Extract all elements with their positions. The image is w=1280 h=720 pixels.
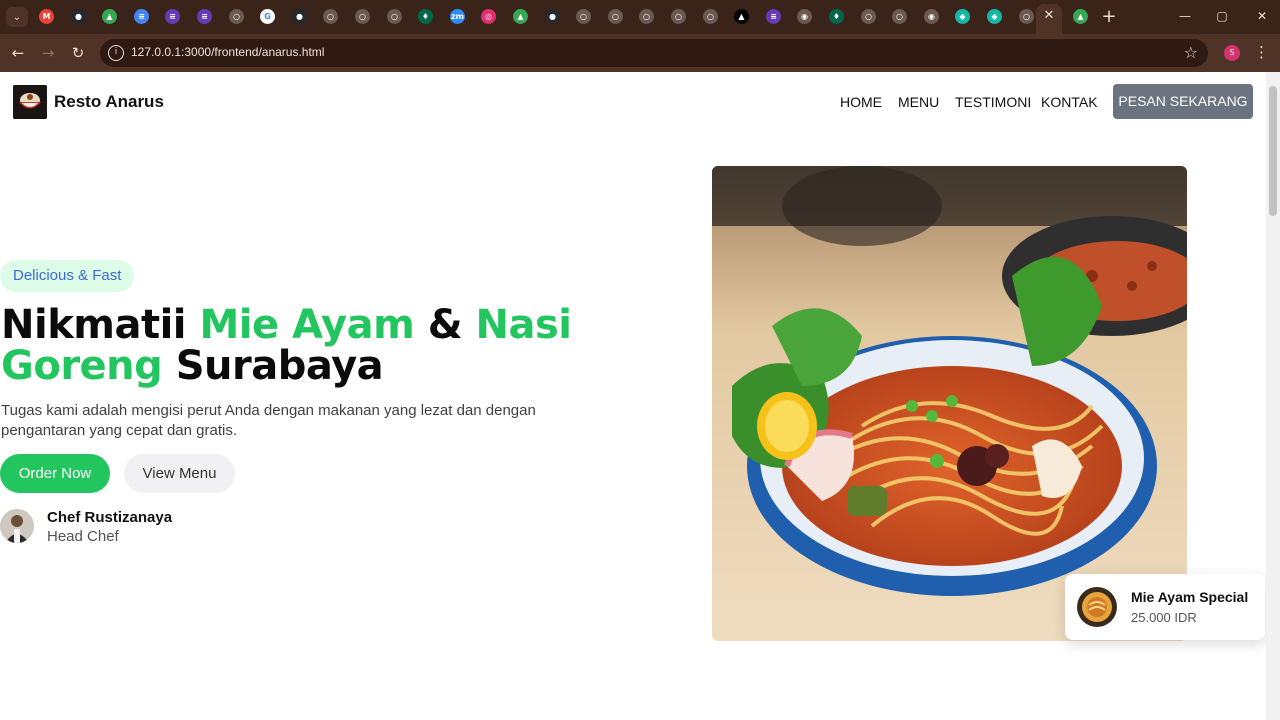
- browser-tab-strip: ⌄ M ● ▲ ≡ ≡ ≡ ○ G ● ○ ○ ○ ♦ zm ◎ ▲ ● ○ ○ ○ ○ ○ ▲ ≡ ◉ ♦ ○ ○ ◉ ◆ ◆ ○ ✕ ▲ …: [0, 0, 1280, 34]
- hero-food-image: [712, 166, 1187, 641]
- zoom-icon[interactable]: zm: [450, 9, 465, 24]
- featured-dish-thumbnail: [1077, 587, 1117, 627]
- google-forms-icon[interactable]: ≡: [197, 9, 212, 24]
- diamond-icon[interactable]: ◆: [987, 9, 1002, 24]
- chef-role: Head Chef: [47, 528, 119, 545]
- google-forms-icon[interactable]: ≡: [165, 9, 180, 24]
- globe-icon[interactable]: ○: [229, 9, 244, 24]
- globe-icon[interactable]: ○: [861, 9, 876, 24]
- gmail-icon[interactable]: M: [39, 9, 54, 24]
- order-now-nav-button[interactable]: PESAN SEKARANG: [1113, 84, 1253, 119]
- chrome-icon[interactable]: ◉: [797, 9, 812, 24]
- hero-badge: Delicious & Fast: [0, 260, 135, 292]
- globe-icon[interactable]: ○: [387, 9, 402, 24]
- headline-part: Nikmatii: [1, 302, 200, 348]
- chef-portrait-icon: [0, 509, 34, 543]
- globe-icon[interactable]: ○: [355, 9, 370, 24]
- browser-toolbar: ← → ↻ i 127.0.0.1:3000/frontend/anarus.h…: [0, 34, 1280, 72]
- scrollbar-thumb[interactable]: [1269, 86, 1277, 216]
- featured-dish-title: Mie Ayam Special: [1131, 589, 1249, 605]
- order-now-button[interactable]: Order Now: [0, 454, 110, 493]
- diamond-icon[interactable]: ◆: [955, 9, 970, 24]
- globe-icon[interactable]: ○: [703, 9, 718, 24]
- github-icon[interactable]: ●: [71, 9, 86, 24]
- google-forms-icon[interactable]: ≡: [766, 9, 781, 24]
- close-tab-icon[interactable]: ✕: [1041, 8, 1057, 24]
- hero-description: Tugas kami adalah mengisi perut Anda den…: [1, 402, 536, 439]
- globe-icon[interactable]: ○: [639, 9, 654, 24]
- bookmark-star-icon[interactable]: ☆: [1184, 43, 1198, 62]
- tab-search-button[interactable]: ⌄: [6, 7, 28, 27]
- mongodb-icon[interactable]: ♦: [418, 9, 433, 24]
- vercel-icon[interactable]: ▲: [734, 9, 749, 24]
- nav-kontak[interactable]: KONTAK: [1041, 94, 1098, 110]
- page-scrollbar[interactable]: [1266, 72, 1280, 720]
- github-icon[interactable]: ●: [292, 9, 307, 24]
- globe-icon[interactable]: ○: [608, 9, 623, 24]
- brand-name[interactable]: Resto Anarus: [54, 92, 164, 112]
- google-drive-icon[interactable]: ▲: [513, 9, 528, 24]
- google-drive-icon[interactable]: ▲: [102, 9, 117, 24]
- instagram-icon[interactable]: ◎: [481, 9, 496, 24]
- chrome-icon[interactable]: ◉: [924, 9, 939, 24]
- browser-menu-icon[interactable]: ⋮: [1254, 43, 1269, 61]
- logo[interactable]: [13, 85, 47, 119]
- globe-icon[interactable]: ○: [576, 9, 591, 24]
- mie-ayam-bowl-image: [712, 166, 1187, 641]
- forward-arrow-icon[interactable]: →: [38, 43, 58, 63]
- google-icon[interactable]: G: [260, 9, 275, 24]
- globe-icon[interactable]: ○: [1019, 9, 1034, 24]
- chef-name: Chef Rustizanaya: [47, 509, 173, 526]
- maximize-icon[interactable]: ▢: [1214, 8, 1230, 24]
- close-window-icon[interactable]: ✕: [1254, 8, 1270, 24]
- google-docs-icon[interactable]: ≡: [134, 9, 149, 24]
- featured-dish-price: 25.000 IDR: [1131, 610, 1197, 625]
- address-bar[interactable]: i 127.0.0.1:3000/frontend/anarus.html ☆: [100, 39, 1208, 67]
- chevron-down-icon: ⌄: [12, 11, 22, 23]
- google-drive-icon[interactable]: ▲: [1073, 9, 1088, 24]
- nav-home[interactable]: HOME: [840, 94, 882, 110]
- nav-menu[interactable]: MENU: [898, 94, 939, 110]
- featured-menu-card[interactable]: Mie Ayam Special 25.000 IDR: [1065, 574, 1265, 640]
- url-text[interactable]: 127.0.0.1:3000/frontend/anarus.html: [131, 45, 324, 59]
- chef-avatar: [0, 509, 34, 543]
- dish-thumbnail-icon: [1077, 587, 1117, 627]
- nav-testimoni[interactable]: TESTIMONI: [955, 94, 1031, 110]
- globe-icon[interactable]: ○: [892, 9, 907, 24]
- globe-icon[interactable]: ○: [671, 9, 686, 24]
- logo-bowl-icon: [13, 85, 47, 119]
- headline-part: Surabaya: [162, 343, 384, 389]
- page-viewport: Resto Anarus HOME MENU TESTIMONI KONTAK …: [0, 72, 1266, 720]
- site-info-icon[interactable]: i: [108, 45, 124, 61]
- hero-headline: Nikmatii Mie Ayam & Nasi Goreng Surabaya: [1, 305, 601, 387]
- mongodb-icon[interactable]: ♦: [829, 9, 844, 24]
- reload-icon[interactable]: ↻: [68, 43, 88, 63]
- view-menu-button[interactable]: View Menu: [124, 454, 235, 493]
- profile-avatar[interactable]: S: [1224, 45, 1240, 61]
- globe-icon[interactable]: ○: [323, 9, 338, 24]
- back-arrow-icon[interactable]: ←: [8, 43, 28, 63]
- headline-part: &: [414, 302, 476, 348]
- minimize-icon[interactable]: —: [1177, 8, 1193, 24]
- github-icon[interactable]: ●: [545, 9, 560, 24]
- headline-highlight: Mie Ayam: [199, 302, 415, 348]
- new-tab-button[interactable]: +: [1100, 7, 1118, 27]
